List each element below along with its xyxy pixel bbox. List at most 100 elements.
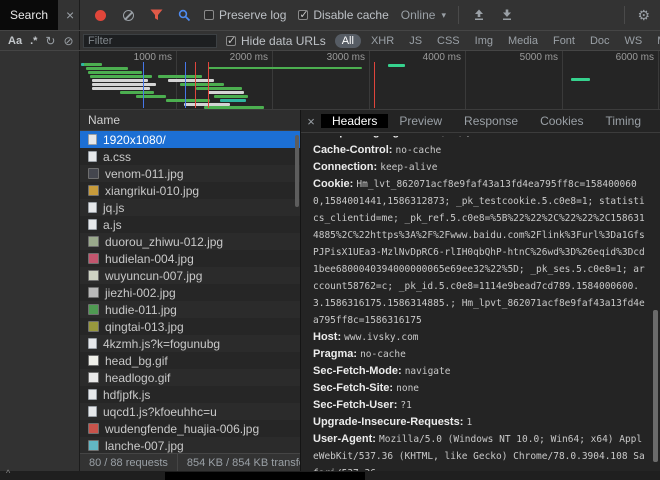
request-row[interactable]: hdfjpfk.js <box>80 386 300 403</box>
clear-network-log-icon[interactable] <box>120 7 136 23</box>
waterfall-bar <box>208 67 362 69</box>
image-thumbnail-icon <box>88 287 99 298</box>
request-row[interactable]: head_bg.gif <box>80 352 300 369</box>
hide-data-urls-box[interactable] <box>226 36 236 46</box>
request-row[interactable]: wuyuncun-007.jpg <box>80 267 300 284</box>
timeline-gridline <box>465 51 466 109</box>
tab-search[interactable]: Search <box>0 0 58 30</box>
request-row[interactable]: hudie-011.jpg <box>80 301 300 318</box>
request-row[interactable]: hudielan-004.jpg <box>80 250 300 267</box>
header-name: Cookie: <box>313 178 356 190</box>
tab-headers[interactable]: Headers <box>321 114 388 128</box>
waterfall-overview[interactable]: 1000 ms2000 ms3000 ms4000 ms5000 ms6000 … <box>80 51 660 110</box>
request-name: jiezhi-002.jpg <box>105 286 176 300</box>
import-har-icon[interactable] <box>471 7 487 23</box>
request-row[interactable]: jiezhi-002.jpg <box>80 284 300 301</box>
filter-type-ws[interactable]: WS <box>620 34 648 48</box>
requests-count: 80 / 88 requests <box>80 454 178 471</box>
request-row[interactable]: a.css <box>80 148 300 165</box>
hide-data-urls-checkbox[interactable]: Hide data URLs <box>226 34 326 48</box>
filter-type-manifest[interactable]: Manifest <box>652 34 660 48</box>
request-row[interactable]: duorou_zhiwu-012.jpg <box>80 233 300 250</box>
export-har-icon[interactable] <box>499 7 515 23</box>
request-row[interactable]: a.js <box>80 216 300 233</box>
waterfall-bar <box>92 83 156 86</box>
header-value: zh-CN,zh;q=0.9 <box>412 136 492 138</box>
regex-button[interactable]: .* <box>30 35 37 47</box>
request-row[interactable]: xiangrikui-010.jpg <box>80 182 300 199</box>
domcontentloaded-line <box>143 62 144 108</box>
request-row[interactable]: venom-011.jpg <box>80 165 300 182</box>
request-row[interactable]: wudengfende_huajia-006.jpg <box>80 420 300 437</box>
search-panel-toolbar: Aa .* ↻ ⊘ <box>0 31 80 50</box>
match-case-button[interactable]: Aa <box>8 35 22 47</box>
request-name: lanche-007.jpg <box>105 439 184 453</box>
filter-type-media[interactable]: Media <box>503 34 543 48</box>
close-details-icon[interactable]: × <box>301 110 321 132</box>
header-entry: Upgrade-Insecure-Requests: 1 <box>313 414 645 431</box>
clear-search-icon[interactable]: ⊘ <box>63 34 73 48</box>
header-name: Sec-Fetch-Site: <box>313 382 396 394</box>
preserve-log-box[interactable] <box>204 10 214 20</box>
document-icon <box>88 134 97 145</box>
filter-funnel-icon[interactable] <box>148 7 164 23</box>
request-name: 4kzmh.js?k=fogunubg <box>103 337 220 351</box>
tab-cookies[interactable]: Cookies <box>529 114 594 128</box>
image-thumbnail-icon <box>88 236 99 247</box>
header-entry: Connection: keep-alive <box>313 159 645 176</box>
request-row[interactable]: lanche-007.jpg <box>80 437 300 453</box>
name-column-header[interactable]: Name <box>80 110 300 131</box>
header-value: no-cache <box>360 349 406 360</box>
filter-type-xhr[interactable]: XHR <box>366 34 399 48</box>
request-name: jq.js <box>103 201 124 215</box>
request-row[interactable]: 4kzmh.js?k=fogunubg <box>80 335 300 352</box>
filter-type-all[interactable]: All <box>335 34 361 48</box>
chevron-up-icon: ^ <box>6 468 10 478</box>
waterfall-bar <box>84 63 102 66</box>
close-search-icon[interactable]: × <box>58 0 82 30</box>
request-name: duorou_zhiwu-012.jpg <box>105 235 223 249</box>
toolbar-divider <box>458 6 459 24</box>
request-name: xiangrikui-010.jpg <box>105 184 199 198</box>
request-row[interactable]: jq.js <box>80 199 300 216</box>
request-row[interactable]: 1920x1080/ <box>80 131 300 148</box>
preserve-log-checkbox[interactable]: Preserve log <box>204 8 286 22</box>
request-name: venom-011.jpg <box>105 167 184 181</box>
request-name: hdfjpfk.js <box>103 388 150 402</box>
filter-type-js[interactable]: JS <box>404 34 427 48</box>
refresh-icon[interactable]: ↻ <box>45 34 55 48</box>
disable-cache-box[interactable] <box>298 10 308 20</box>
filter-type-font[interactable]: Font <box>548 34 580 48</box>
details-scrollbar[interactable] <box>653 310 658 462</box>
header-value: no-cache <box>396 145 442 156</box>
header-name: Host: <box>313 331 344 343</box>
disable-cache-checkbox[interactable]: Disable cache <box>298 8 388 22</box>
filter-type-doc[interactable]: Doc <box>585 34 615 48</box>
waterfall-bar <box>204 106 264 109</box>
gear-icon[interactable]: ⚙ <box>637 7 650 24</box>
image-thumbnail-icon <box>88 440 99 451</box>
request-list-scrollbar[interactable] <box>295 135 299 207</box>
request-name: headlogo.gif <box>105 371 170 385</box>
waterfall-bar <box>88 71 142 74</box>
request-row[interactable]: uqcd1.js?kfoeuhhc=u <box>80 403 300 420</box>
tab-timing[interactable]: Timing <box>594 114 652 128</box>
image-thumbnail-icon <box>88 321 99 332</box>
request-row[interactable]: headlogo.gif <box>80 369 300 386</box>
throttling-select[interactable]: Online ▾ <box>401 8 446 22</box>
filter-toolbar: Aa .* ↻ ⊘ Hide data URLs All XHR JS CSS Img M… <box>0 31 660 51</box>
request-row[interactable]: qingtai-013.jpg <box>80 318 300 335</box>
filter-type-img[interactable]: Img <box>470 34 498 48</box>
waterfall-bar <box>196 87 242 90</box>
image-thumbnail-icon <box>88 372 99 383</box>
tab-response[interactable]: Response <box>453 114 529 128</box>
filter-type-css[interactable]: CSS <box>432 34 465 48</box>
search-icon[interactable] <box>176 7 192 23</box>
header-entry: Cookie: Hm_lvt_862071acf8e9faf43a13fd4ea… <box>313 176 645 329</box>
filter-input[interactable] <box>83 34 217 48</box>
waterfall-bar <box>388 64 405 67</box>
devtools-window: Search × Preserve log Disable cache Onli… <box>0 0 660 480</box>
tab-preview[interactable]: Preview <box>388 114 453 128</box>
domcontentloaded-line <box>185 62 186 108</box>
record-icon[interactable] <box>92 7 108 23</box>
